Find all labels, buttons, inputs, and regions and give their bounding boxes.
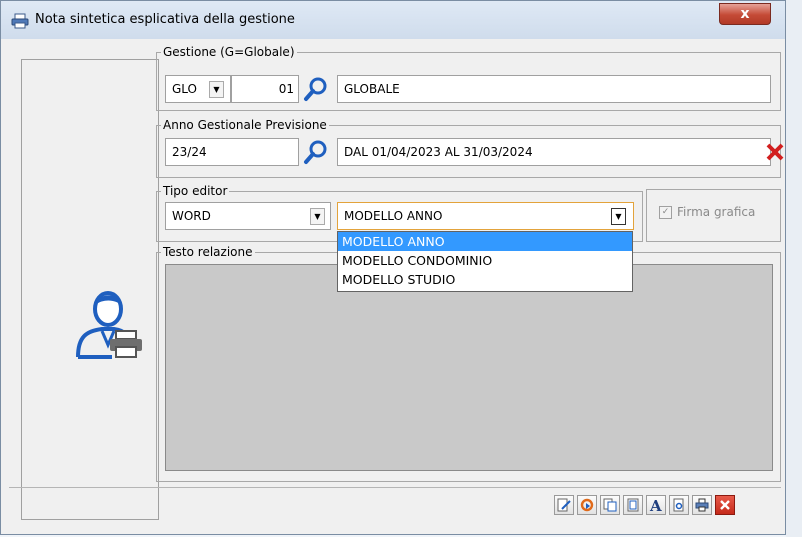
chevron-down-icon[interactable]: ▼ (310, 208, 325, 225)
anno-legend: Anno Gestionale Previsione (163, 118, 327, 132)
print-preview-icon[interactable] (669, 495, 689, 515)
chevron-down-icon[interactable]: ▼ (209, 81, 224, 98)
copy-document-icon[interactable] (600, 495, 620, 515)
svg-text:A: A (649, 498, 662, 512)
search-icon[interactable] (303, 139, 329, 165)
chevron-down-icon[interactable]: ▼ (611, 208, 626, 225)
font-icon[interactable]: A (646, 495, 666, 515)
gestione-code-select[interactable]: GLO ▼ (165, 75, 231, 103)
editor-value: WORD (172, 209, 211, 223)
editor-select[interactable]: WORD ▼ (165, 202, 331, 230)
divider (9, 487, 781, 488)
edit-document-icon[interactable] (554, 495, 574, 515)
window-title: Nota sintetica esplicativa della gestion… (35, 12, 295, 27)
gestione-legend: Gestione (G=Globale) (163, 45, 295, 59)
modello-value: MODELLO ANNO (344, 209, 443, 223)
refresh-icon[interactable] (577, 495, 597, 515)
background-strip (786, 0, 802, 537)
gestione-number-value: 01 (278, 82, 294, 96)
page-setup-icon[interactable] (623, 495, 643, 515)
tipo-editor-legend: Tipo editor (163, 184, 228, 198)
anno-description-field[interactable]: DAL 01/04/2023 AL 31/03/2024 (337, 138, 771, 166)
title-bar: Nota sintetica esplicativa della gestion… (1, 1, 785, 39)
window-close-button[interactable]: x (719, 3, 771, 25)
user-print-icon (76, 291, 142, 359)
search-icon[interactable] (303, 76, 329, 102)
gestione-description-value: GLOBALE (344, 82, 400, 96)
side-panel (21, 59, 159, 520)
modello-dropdown-list: MODELLO ANNO MODELLO CONDOMINIO MODELLO … (337, 231, 633, 292)
firma-label: Firma grafica (677, 205, 756, 219)
dropdown-option-modello-studio[interactable]: MODELLO STUDIO (338, 270, 632, 289)
print-icon[interactable] (692, 495, 712, 515)
dropdown-option-modello-anno[interactable]: MODELLO ANNO (338, 232, 632, 251)
anno-description-value: DAL 01/04/2023 AL 31/03/2024 (344, 145, 533, 159)
testo-editor-area[interactable] (165, 264, 773, 471)
close-icon[interactable] (715, 495, 735, 515)
firma-group: ✓ Firma grafica (646, 189, 781, 242)
testo-legend: Testo relazione (163, 245, 253, 259)
gestione-description-field[interactable]: GLOBALE (337, 75, 771, 103)
gestione-code-value: GLO (172, 82, 198, 96)
anno-field[interactable]: 23/24 (165, 138, 299, 166)
dropdown-option-modello-condominio[interactable]: MODELLO CONDOMINIO (338, 251, 632, 270)
anno-value: 23/24 (172, 145, 207, 159)
firma-checkbox[interactable]: ✓ (659, 206, 672, 219)
printer-icon (11, 13, 29, 29)
gestione-number-field[interactable]: 01 (231, 75, 299, 103)
modello-select[interactable]: MODELLO ANNO ▼ (337, 202, 634, 230)
clear-icon[interactable] (763, 140, 787, 164)
